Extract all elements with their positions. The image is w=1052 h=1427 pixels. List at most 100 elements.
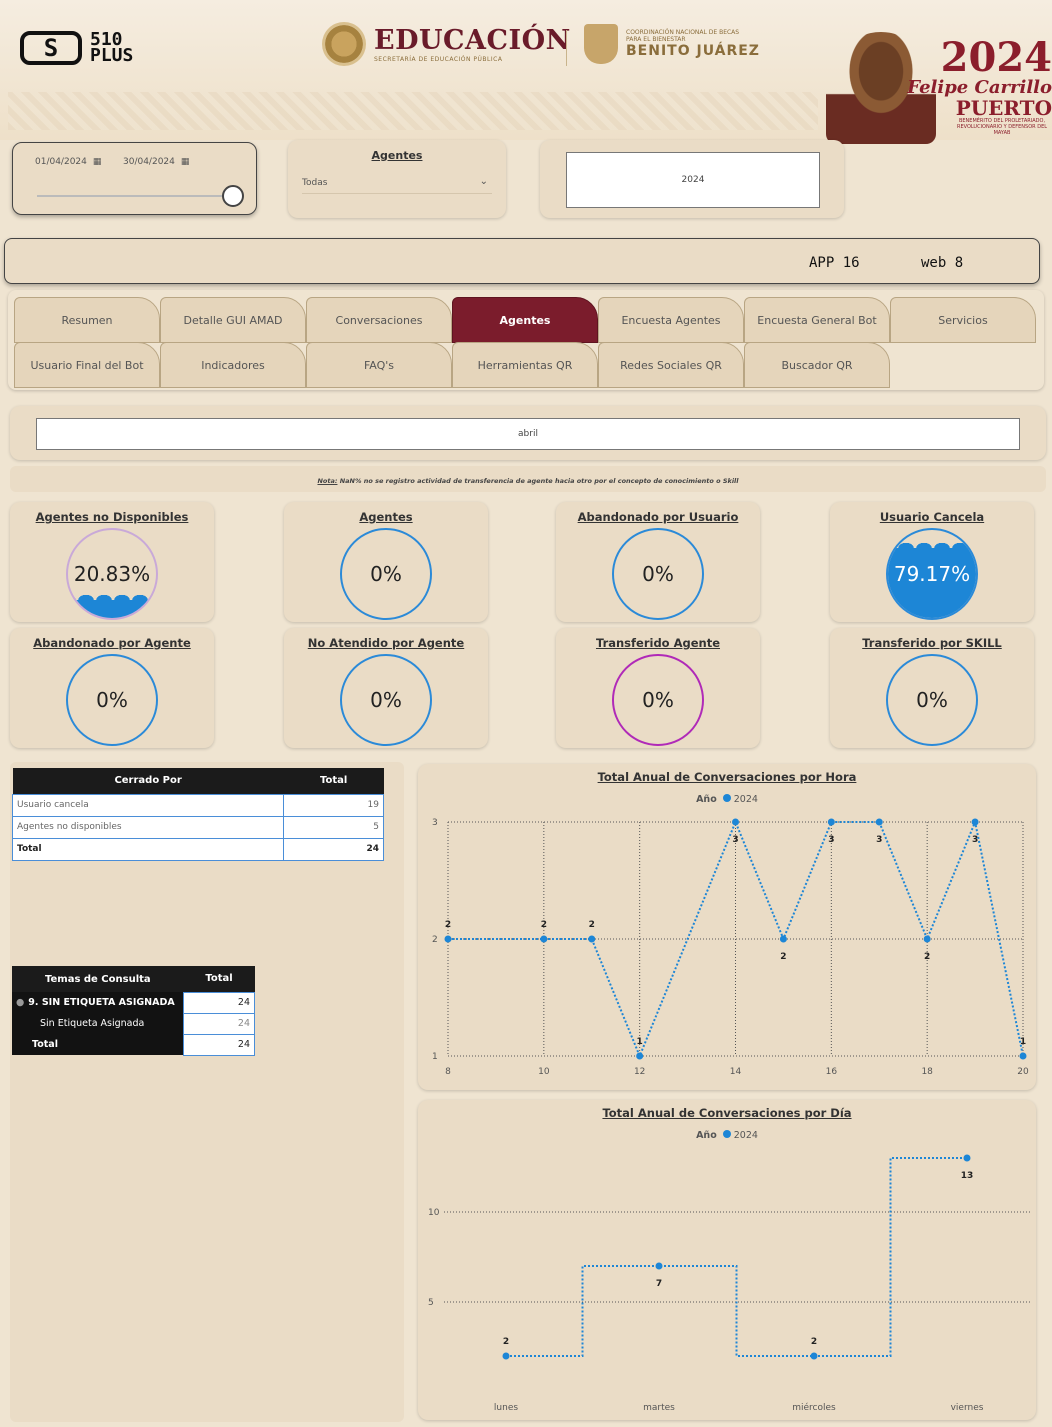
mexico-seal-icon (322, 22, 366, 66)
kpi-card: Abandonado por Usuario 0% (556, 502, 760, 622)
tab-detalle-gui-amad[interactable]: Detalle GUI AMAD (160, 297, 306, 343)
table-cell: 24 (183, 1033, 255, 1056)
table-cell: 5 (283, 815, 384, 839)
agentes-filter: Agentes Todas ⌄ (288, 140, 506, 218)
kpi-title: Usuario Cancela (879, 510, 985, 524)
series-line (506, 1157, 967, 1357)
kpi-title: Abandonado por Agente (33, 636, 191, 650)
y-tick-label: 5 (428, 1298, 434, 1308)
x-tick-label: 18 (921, 1067, 933, 1077)
data-label: 3 (732, 835, 738, 845)
table-cell: Usuario cancela (11, 793, 285, 817)
date-slider-track[interactable] (37, 195, 237, 197)
kpi-title: Abandonado por Usuario (577, 510, 739, 524)
date-start-field[interactable]: 01/04/2024 ▦ (35, 157, 101, 167)
data-point (875, 818, 883, 826)
column-header-total[interactable]: Total (283, 768, 384, 794)
data-label: 3 (828, 835, 834, 845)
tab-faq-s[interactable]: FAQ's (306, 342, 452, 388)
tab-redes-sociales-qr[interactable]: Redes Sociales QR (598, 342, 744, 388)
tab-herramientas-qr[interactable]: Herramientas QR (452, 342, 598, 388)
channel-summary-bar: APP 16 web 8 (4, 238, 1040, 284)
data-point (923, 935, 931, 943)
table-cell: 19 (283, 793, 384, 817)
y-tick-label: 1 (432, 1052, 438, 1062)
data-point (971, 818, 979, 826)
temas-consulta-table: Temas de Consulta Total ● 9. SIN ETIQUETA… (12, 966, 255, 1056)
table-row[interactable]: Sin Etiqueta Asignada 24 (12, 1012, 255, 1035)
column-header-temas[interactable]: Temas de Consulta (12, 966, 184, 992)
x-tick-label: 12 (634, 1067, 645, 1077)
table-row[interactable]: Agentes no disponibles 5 (11, 815, 384, 839)
column-header-total[interactable]: Total (183, 966, 255, 992)
year-filter: 2024 (540, 140, 844, 218)
expand-icon[interactable]: ● (16, 997, 24, 1008)
data-point (810, 1352, 818, 1360)
kpi-gauge: 79.17% (886, 528, 978, 620)
data-point (540, 935, 548, 943)
tab-servicios[interactable]: Servicios (890, 297, 1036, 343)
data-point (636, 1052, 644, 1060)
kpi-card: Transferido Agente 0% (556, 628, 760, 748)
calendar-icon[interactable]: ▦ (181, 157, 190, 167)
kpi-gauge: 0% (612, 528, 704, 620)
column-header-cerrado-por[interactable]: Cerrado Por (12, 768, 284, 794)
data-point (655, 1262, 663, 1270)
table-row[interactable]: ● 9. SIN ETIQUETA ASIGNADA 24 (12, 991, 255, 1014)
data-point (1019, 1052, 1027, 1060)
data-label: 1 (637, 1037, 643, 1047)
becas-benito-juarez-logo: COORDINACIÓN NACIONAL DE BECAS PARA EL B… (584, 24, 760, 64)
x-tick-label: 20 (1017, 1067, 1029, 1077)
x-tick-label: 16 (826, 1067, 838, 1077)
tab-resumen[interactable]: Resumen (14, 297, 160, 343)
web-count: web 8 (921, 255, 964, 271)
chevron-down-icon[interactable]: ⌄ (480, 176, 488, 187)
tab-indicadores[interactable]: Indicadores (160, 342, 306, 388)
tab-buscador-qr[interactable]: Buscador QR (744, 342, 890, 388)
table-row[interactable]: Usuario cancela 19 (11, 793, 384, 817)
logo-510-plus: S 510 PLUS (20, 28, 180, 68)
data-point (779, 935, 787, 943)
year-logo-name1: Felipe Carrillo (907, 77, 1052, 98)
x-tick-label: lunes (494, 1403, 518, 1413)
becas-line2: BENITO JUÁREZ (626, 43, 760, 59)
kpi-value: 0% (642, 688, 674, 712)
tab-usuario-final-del-bot[interactable]: Usuario Final del Bot (14, 342, 160, 388)
tab-encuesta-agentes[interactable]: Encuesta Agentes (598, 297, 744, 343)
table-total-row: Total 24 (11, 837, 384, 861)
kpi-gauge: 0% (612, 654, 704, 746)
x-tick-label: martes (643, 1403, 675, 1413)
table-cell: 24 (183, 1012, 255, 1035)
x-tick-label: miércoles (792, 1402, 836, 1413)
data-point (732, 818, 739, 826)
chart-conversaciones-por-dia: Total Anual de Conversaciones por Día Añ… (418, 1100, 1036, 1420)
table-cell: Total (12, 1034, 184, 1055)
data-label: 2 (503, 1337, 509, 1347)
tab-agentes[interactable]: Agentes (452, 297, 598, 343)
year-logo: 2024 Felipe Carrillo PUERTO BENEMÉRITO D… (906, 38, 1052, 137)
educacion-subtitle: SECRETARÍA DE EDUCACIÓN PÚBLICA (374, 56, 503, 63)
agentes-filter-label: Agentes (371, 149, 423, 162)
kpi-title: Transferido por SKILL (862, 636, 1002, 650)
data-label: 2 (541, 920, 547, 930)
table-cell: Agentes no disponibles (11, 815, 285, 839)
tab-encuesta-general-bot[interactable]: Encuesta General Bot (744, 297, 890, 343)
date-end-field[interactable]: 30/04/2024 ▦ (123, 157, 189, 167)
agentes-dropdown[interactable]: Todas ⌄ (302, 174, 492, 194)
tab-conversaciones[interactable]: Conversaciones (306, 297, 452, 343)
kpi-card: Abandonado por Agente 0% (10, 628, 214, 748)
year-logo-caption: BENEMÉRITO DEL PROLETARIADO, REVOLUCIONA… (956, 118, 1048, 136)
header-pattern (8, 92, 818, 130)
x-tick-label: 10 (538, 1067, 550, 1077)
calendar-icon[interactable]: ▦ (93, 157, 102, 167)
kpi-value: 0% (642, 562, 674, 586)
y-tick-label: 2 (432, 935, 438, 945)
date-slider-handle[interactable] (222, 185, 244, 207)
month-slicer[interactable]: abril (36, 418, 1020, 450)
kpi-card: Agentes no Disponibles 20.83% (10, 502, 214, 622)
date-range-filter: 01/04/2024 ▦ 30/04/2024 ▦ (12, 142, 257, 215)
kpi-card: Usuario Cancela 79.17% (830, 502, 1034, 622)
kpi-value: 20.83% (73, 562, 151, 586)
table-cell: ● 9. SIN ETIQUETA ASIGNADA (12, 992, 184, 1013)
year-slicer[interactable]: 2024 (566, 152, 820, 208)
